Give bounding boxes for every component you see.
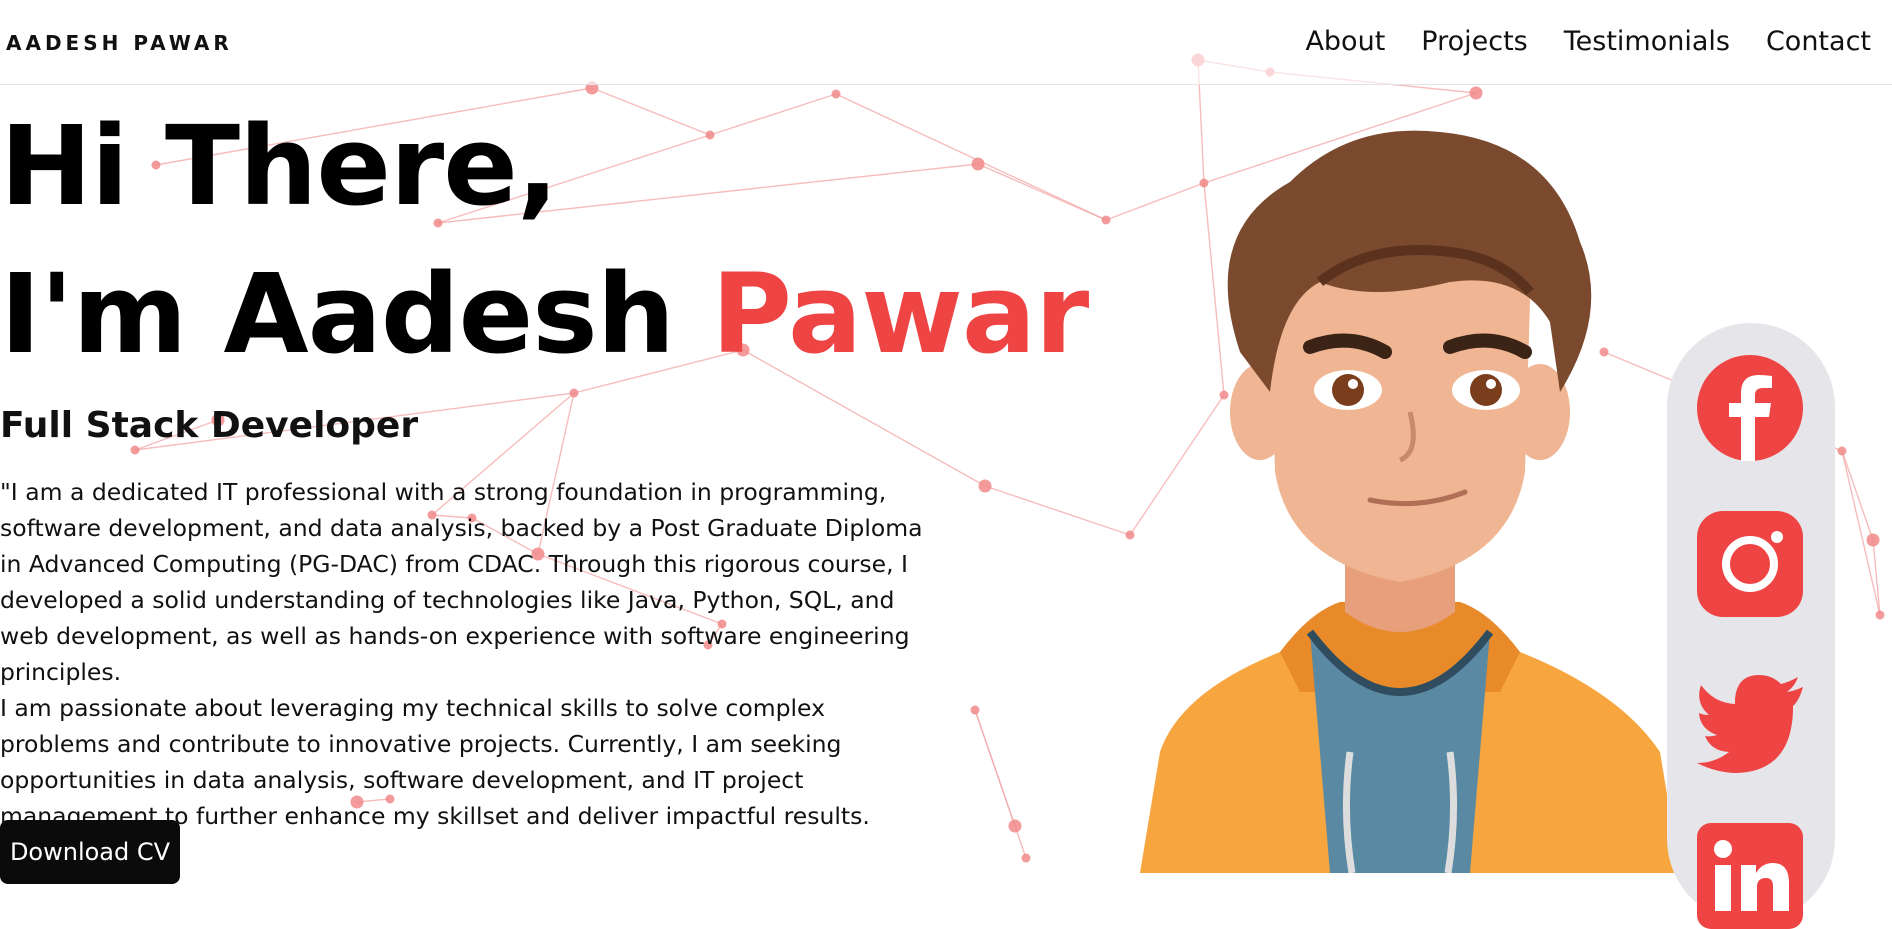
network-link — [974, 709, 1027, 859]
greeting-line: Hi There, — [0, 102, 559, 230]
twitter-icon[interactable] — [1697, 667, 1803, 773]
intro-line: I'm Aadesh Pawar — [0, 240, 1089, 388]
intro-name-accent: Pawar — [711, 250, 1089, 378]
network-link — [1872, 539, 1881, 616]
social-links-bar — [1667, 323, 1835, 929]
network-node — [970, 705, 980, 715]
linkedin-icon[interactable] — [1697, 823, 1803, 929]
instagram-icon[interactable] — [1697, 511, 1803, 617]
nav-link-projects[interactable]: Projects — [1421, 26, 1527, 57]
nav-link-testimonials[interactable]: Testimonials — [1564, 26, 1730, 57]
download-cv-button[interactable]: Download CV — [0, 820, 180, 884]
bio-paragraph: "I am a dedicated IT professional with a… — [0, 478, 923, 686]
site-logo[interactable]: AADESH PAWAR — [6, 31, 233, 55]
nav-link-contact[interactable]: Contact — [1766, 26, 1871, 57]
bio-text: "I am a dedicated IT professional with a… — [0, 474, 930, 834]
nav-link-about[interactable]: About — [1305, 26, 1385, 57]
role-title: Full Stack Developer — [0, 405, 419, 446]
hero-heading: Hi There, I'm Aadesh Pawar — [0, 92, 1089, 388]
network-node — [978, 479, 992, 493]
network-link — [1841, 450, 1881, 616]
top-navbar: AADESH PAWAR About Projects Testimonials… — [0, 0, 1892, 85]
network-link — [1841, 450, 1874, 541]
network-node — [1101, 215, 1111, 225]
avatar-illustration — [1140, 130, 1680, 873]
network-node — [569, 388, 579, 398]
facebook-icon[interactable] — [1697, 355, 1803, 461]
network-node — [1837, 446, 1847, 456]
network-node — [1021, 853, 1031, 863]
nav-links: About Projects Testimonials Contact — [1305, 26, 1871, 57]
bio-paragraph: I am passionate about leveraging my tech… — [0, 694, 870, 830]
network-node — [1008, 819, 1022, 833]
network-node — [1866, 533, 1880, 547]
intro-prefix: I'm Aadesh — [0, 250, 712, 378]
network-node — [1875, 610, 1885, 620]
network-link — [984, 485, 1131, 536]
network-node — [130, 445, 140, 455]
